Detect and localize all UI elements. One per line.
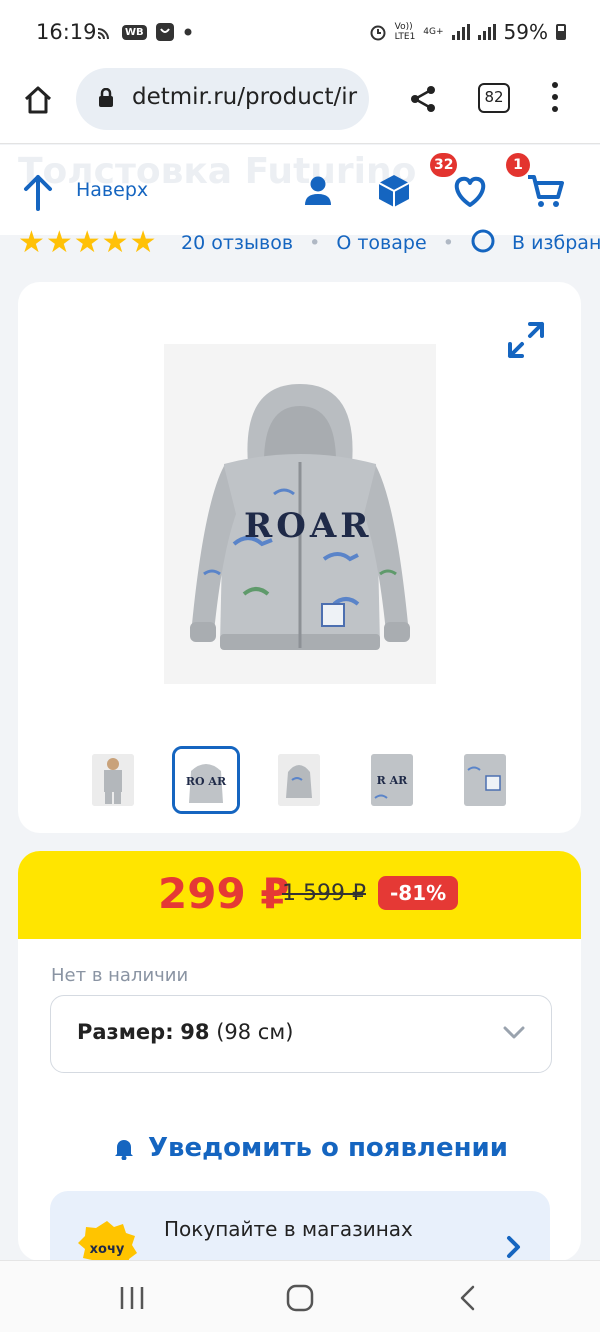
- price-panel: 299 ₽ 1 599 ₽ -81% Нет в наличии Размер:…: [18, 851, 581, 1261]
- favorites-heart-icon[interactable]: [450, 171, 490, 211]
- size-value: 98: [180, 1020, 210, 1044]
- status-time: 16:19: [36, 20, 97, 44]
- orders-box-icon[interactable]: [374, 171, 414, 211]
- signal-icon: [451, 24, 470, 40]
- cart-icon[interactable]: [526, 171, 566, 211]
- browser-toolbar: detmir.ru/product/ir 82: [0, 68, 600, 144]
- thumbnail-front-selected[interactable]: RO AR: [172, 746, 240, 814]
- network-type-indicator: 4G+: [423, 27, 444, 37]
- want-sticker-icon: хочу: [78, 1221, 137, 1261]
- stock-status: Нет в наличии: [51, 965, 189, 986]
- add-to-favorites-link[interactable]: В избранное: [512, 232, 600, 254]
- shopping-bag-icon: [155, 23, 174, 41]
- recent-apps-icon[interactable]: [116, 1283, 148, 1313]
- site-header: Толстовка Futurino Наверх 32 1: [0, 145, 600, 235]
- product-main-image[interactable]: ROAR: [164, 344, 436, 684]
- volte-indicator: Vo)) LTE1: [394, 22, 416, 42]
- profile-icon[interactable]: [298, 171, 338, 211]
- wb-app-icon: WB: [122, 24, 147, 40]
- home-nav-icon[interactable]: [284, 1283, 316, 1313]
- notify-button[interactable]: Уведомить о появлении: [114, 1133, 508, 1163]
- lock-icon: [99, 88, 113, 107]
- thumbnail-detail-patch[interactable]: [464, 754, 506, 806]
- tab-switcher-button[interactable]: 82: [478, 83, 510, 113]
- favorites-badge: 32: [430, 153, 458, 177]
- thumbnail-detail-print[interactable]: R AR: [371, 754, 413, 806]
- chevron-right-icon: [507, 1236, 520, 1258]
- bell-icon: [115, 1140, 133, 1160]
- cast-icon: [97, 28, 109, 40]
- rating-stars: ★★★★★: [18, 225, 158, 259]
- battery-icon: [556, 24, 566, 40]
- separator-dot: •: [442, 232, 454, 254]
- thumbnail-strip: RO AR R AR: [88, 746, 518, 814]
- status-notification-icons: WB: [96, 22, 193, 42]
- roar-print-text: ROAR: [244, 506, 373, 546]
- svg-text:R AR: R AR: [377, 774, 409, 787]
- discount-badge: -81%: [378, 876, 459, 910]
- cart-badge: 1: [506, 153, 530, 177]
- current-price: 299 ₽: [158, 869, 290, 918]
- system-navigation-bar: [0, 1260, 600, 1332]
- about-link[interactable]: О товаре: [336, 232, 426, 254]
- size-label: Размер:: [77, 1020, 174, 1044]
- thumbnail-back[interactable]: [278, 754, 320, 806]
- old-price: 1 599 ₽: [282, 881, 366, 906]
- expand-fullscreen-icon[interactable]: [506, 320, 546, 360]
- signal-icon-2: [477, 24, 496, 40]
- product-gallery-card: ROAR RO AR R AR: [18, 282, 581, 833]
- dot-icon: [184, 28, 192, 36]
- more-options-icon[interactable]: [549, 82, 561, 116]
- rating-row: ★★★★★ 20 отзывов • О товаре • В избранно…: [0, 225, 600, 259]
- address-bar[interactable]: detmir.ru/product/ir: [76, 68, 369, 130]
- price-bar: 299 ₽ 1 599 ₽ -81%: [18, 851, 581, 939]
- notify-label: Уведомить о появлении: [148, 1133, 508, 1163]
- url-text: detmir.ru/product/ir: [132, 84, 358, 110]
- separator-dot: •: [309, 232, 321, 254]
- size-select[interactable]: Размер: 98 (98 см): [50, 995, 552, 1073]
- home-icon[interactable]: [22, 84, 54, 116]
- sticker-text: хочу: [90, 1242, 125, 1257]
- chevron-down-icon: [503, 1026, 525, 1039]
- svg-text:RO AR: RO AR: [186, 775, 227, 788]
- battery-percent: 59%: [503, 20, 548, 44]
- heart-outline-icon[interactable]: [470, 229, 496, 253]
- promo-text: Покупайте в магазинах: [164, 1217, 413, 1241]
- alarm-icon: [370, 25, 386, 41]
- scroll-top-button[interactable]: Наверх: [76, 179, 148, 201]
- back-nav-icon[interactable]: [452, 1283, 484, 1313]
- share-icon[interactable]: [408, 84, 438, 114]
- size-hint: (98 см): [216, 1020, 294, 1044]
- store-promo-banner[interactable]: хочу Покупайте в магазинах: [50, 1191, 550, 1261]
- status-system-icons: Vo)) LTE1 4G+ 59%: [369, 20, 566, 44]
- thumbnail-child[interactable]: [92, 754, 134, 806]
- arrow-up-icon[interactable]: [22, 173, 54, 211]
- status-bar: 16:19 WB Vo)) LTE1 4G+ 59%: [0, 0, 600, 68]
- reviews-link[interactable]: 20 отзывов: [181, 232, 293, 254]
